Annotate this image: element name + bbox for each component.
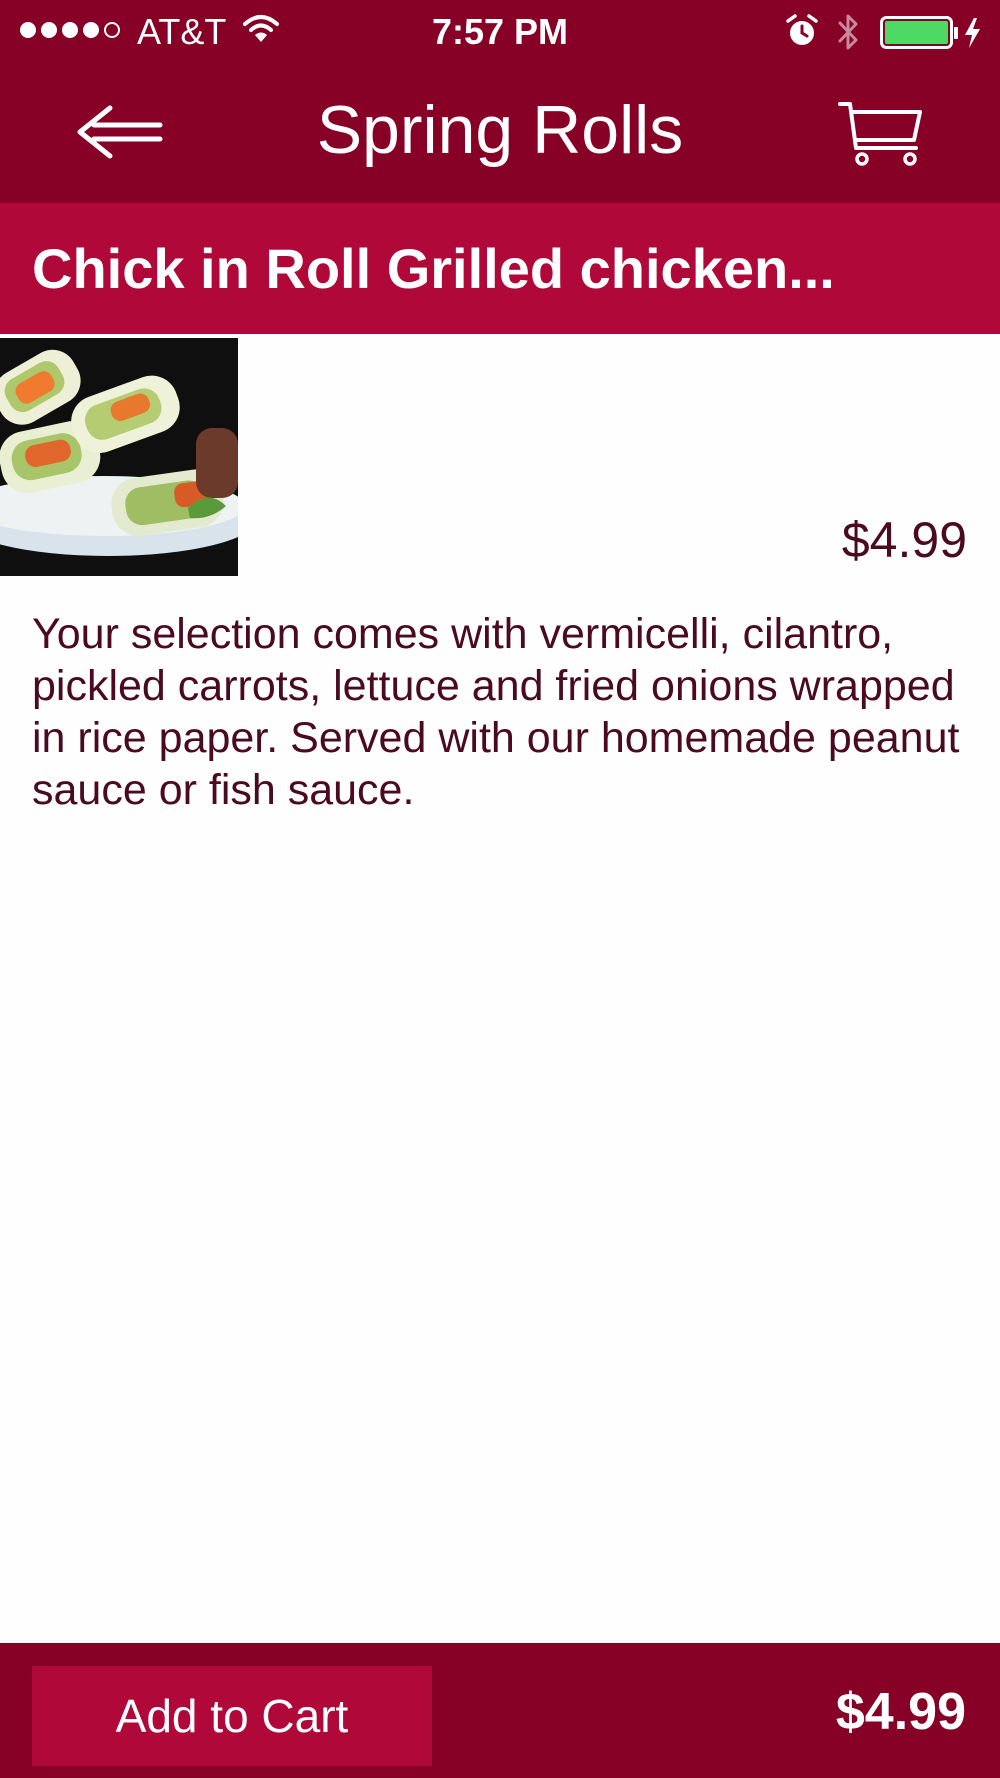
add-to-cart-button[interactable]: Add to Cart bbox=[32, 1666, 432, 1766]
status-bar: AT&T 7:57 PM bbox=[0, 0, 1000, 64]
footer-bar: Add to Cart $4.99 bbox=[0, 1643, 1000, 1778]
item-description: Your selection comes with vermicelli, ci… bbox=[32, 610, 960, 814]
item-header: Chick in Roll Grilled chicken... bbox=[0, 203, 1000, 334]
cart-button[interactable] bbox=[836, 98, 924, 170]
alarm-icon bbox=[786, 14, 818, 53]
bluetooth-icon bbox=[836, 12, 862, 57]
nav-bar: Spring Rolls bbox=[0, 64, 1000, 203]
item-title: Chick in Roll Grilled chicken... bbox=[32, 237, 835, 300]
item-photo bbox=[0, 338, 258, 576]
battery-icon bbox=[880, 16, 984, 55]
cart-total: $4.99 bbox=[835, 1683, 966, 1741]
shopping-cart-icon bbox=[838, 102, 922, 166]
item-price: $4.99 bbox=[841, 512, 967, 568]
